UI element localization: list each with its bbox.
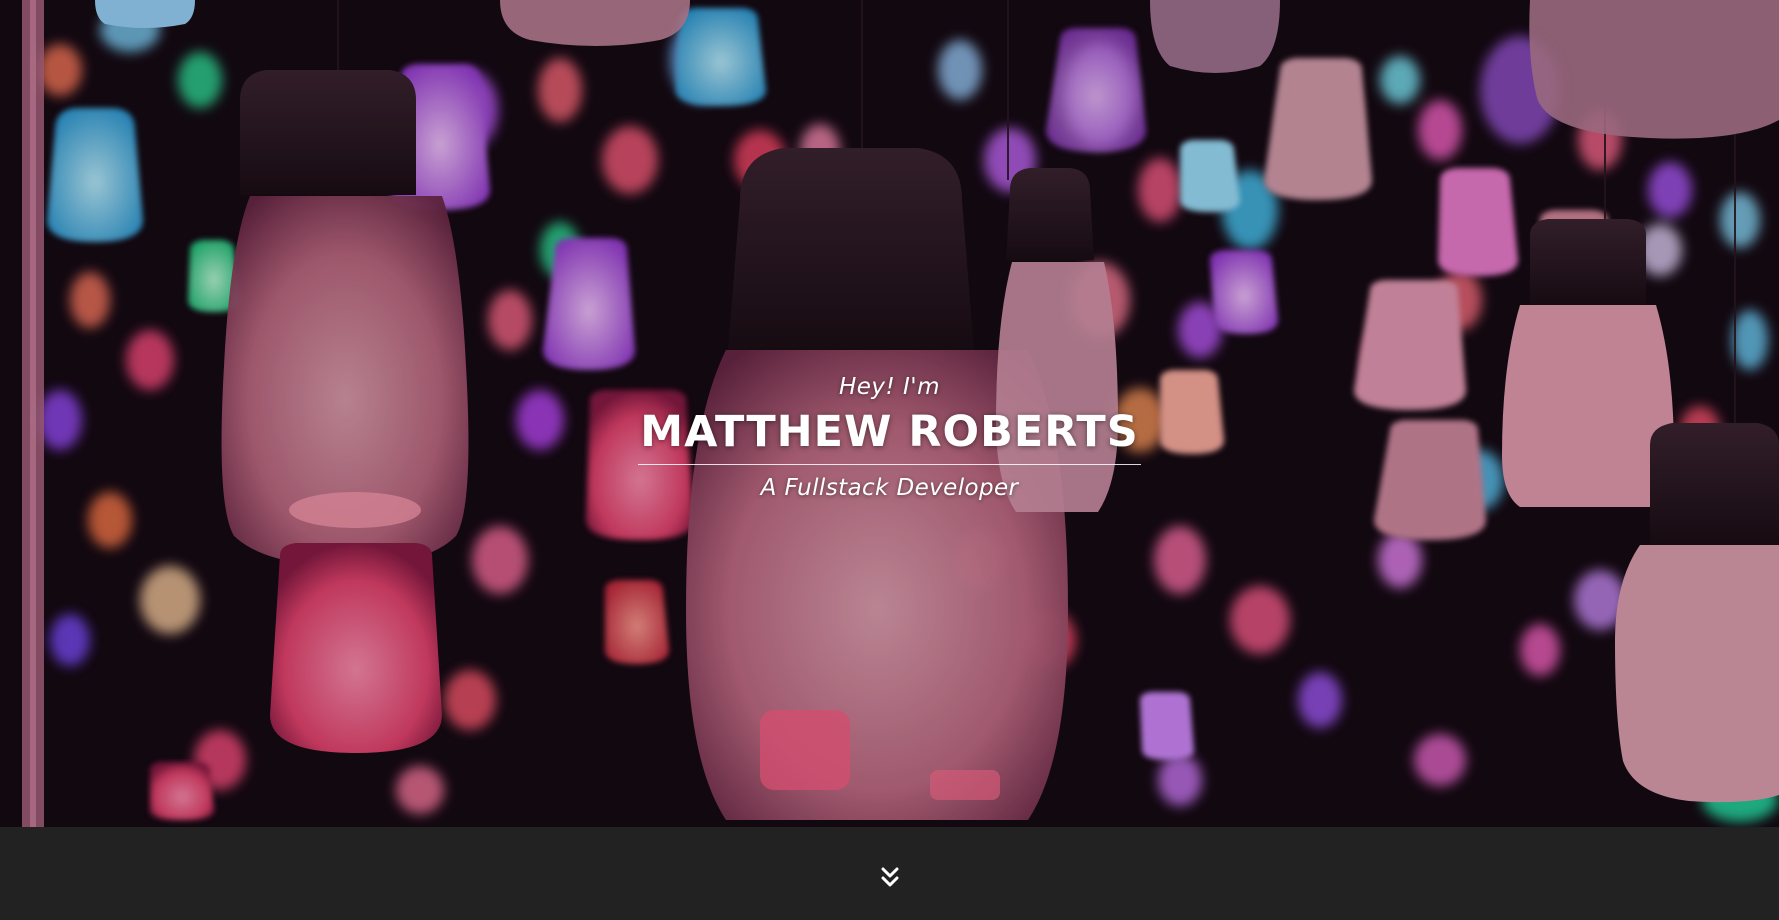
- hero-section: Hey! I'm MATTHEW ROBERTS A Fullstack Dev…: [0, 0, 1779, 827]
- intro-block: Hey! I'm MATTHEW ROBERTS A Fullstack Dev…: [0, 372, 1779, 503]
- double-chevron-down-icon[interactable]: [876, 864, 904, 892]
- greeting-text: Hey! I'm: [838, 374, 941, 400]
- developer-name: MATTHEW ROBERTS: [638, 406, 1141, 465]
- developer-role: A Fullstack Developer: [760, 475, 1019, 501]
